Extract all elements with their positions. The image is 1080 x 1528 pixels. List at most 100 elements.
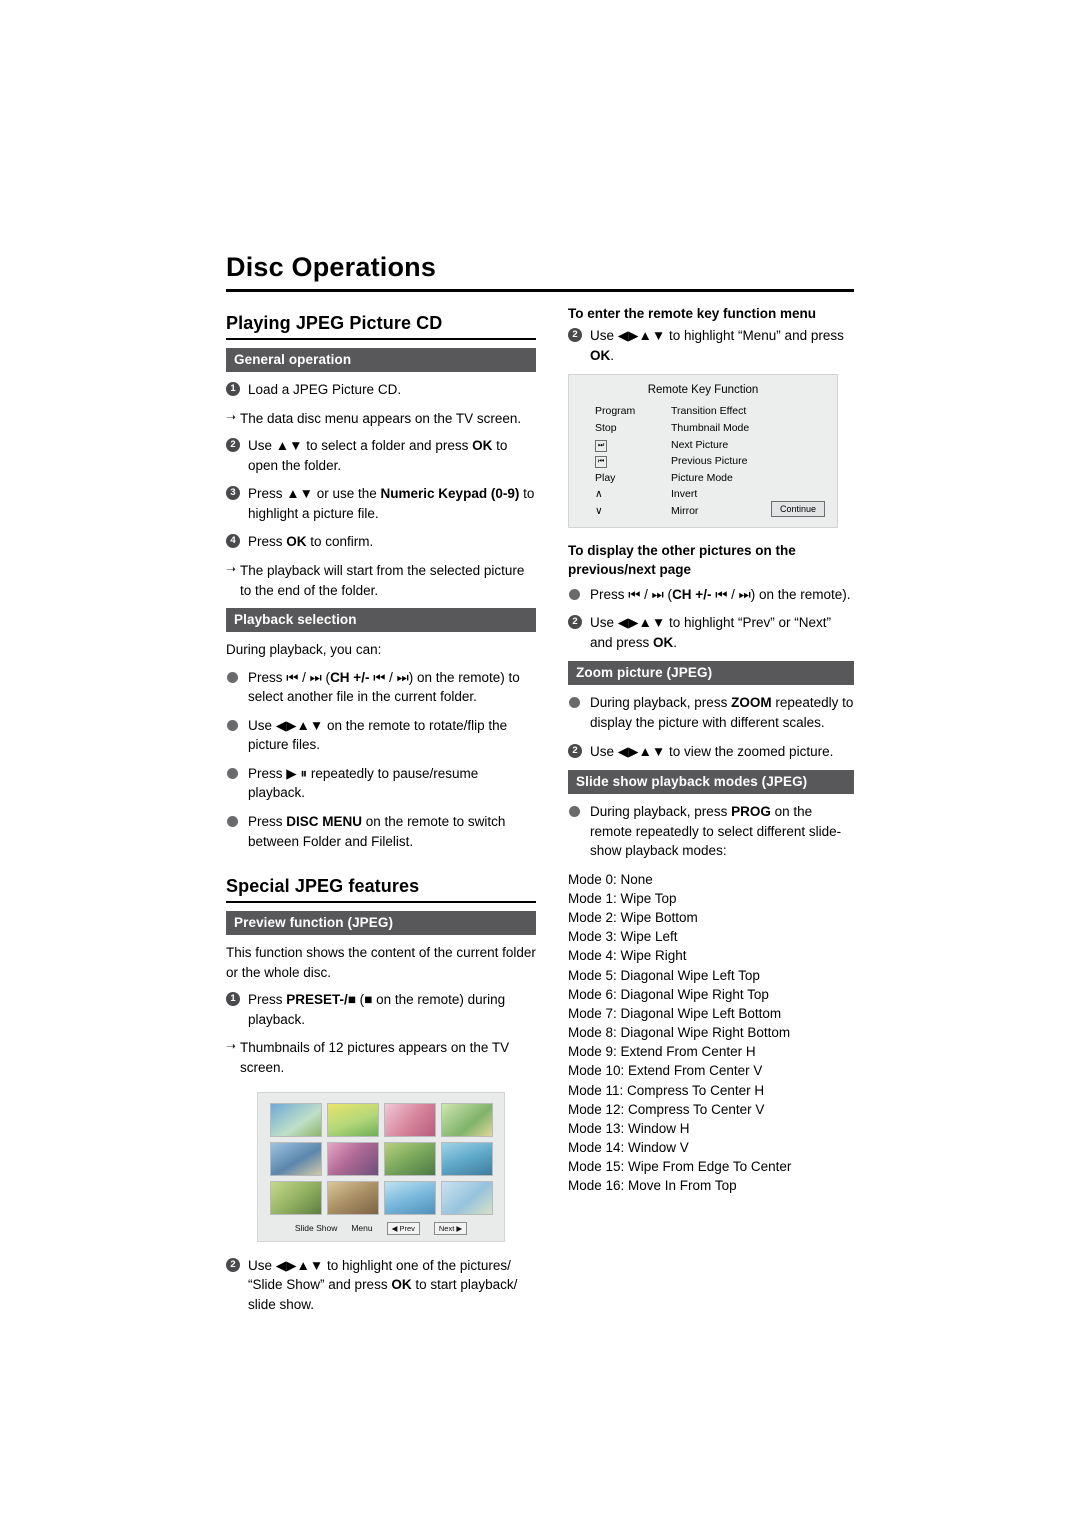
thumbnail[interactable] xyxy=(270,1102,322,1137)
remote-key-function-title: Remote Key Function xyxy=(647,384,759,397)
step-text: Load a JPEG Picture CD. xyxy=(248,382,402,397)
table-row: ⏮ Previous Picture xyxy=(595,453,815,470)
step-number: 2 xyxy=(226,1257,240,1272)
step-number: 2 xyxy=(568,743,582,758)
bullet-icon xyxy=(569,588,580,600)
note-line: ➝ The playback will start from the selec… xyxy=(226,561,536,600)
list-item: 4 Press OK to confirm. xyxy=(226,532,536,552)
key-glyph: ⏭ xyxy=(595,439,608,452)
next-track-icon: ⏭ xyxy=(595,437,671,454)
bullet-icon xyxy=(569,806,580,818)
list-item: Mode 10: Extend From Center V xyxy=(568,1063,763,1079)
title-divider xyxy=(226,289,854,292)
step-text: Use ◀▶▲▼ to view the zoomed picture. xyxy=(590,743,834,759)
key-function: Thumbnail Mode xyxy=(671,421,750,434)
step-text: Press ▲▼ or use the Numeric Keypad (0-9)… xyxy=(248,486,535,521)
section-divider xyxy=(226,338,536,340)
table-row: Play Picture Mode xyxy=(595,470,815,487)
key-function: Invert xyxy=(671,488,698,501)
key-glyph: ⏮ xyxy=(595,456,608,469)
list-item: Mode 1: Wipe Top xyxy=(568,891,677,906)
note-text: Thumbnails of 12 pictures appears on the… xyxy=(240,1040,510,1075)
slide-show-mode-list: Mode 0: None Mode 1: Wipe Top Mode 2: Wi… xyxy=(568,870,854,1196)
arrow-icon: ➝ xyxy=(226,1039,237,1054)
section-divider xyxy=(226,901,536,904)
slide-show-button[interactable]: Slide Show xyxy=(295,1223,338,1233)
bullet-icon xyxy=(227,671,238,683)
key-function: Next Picture xyxy=(671,438,729,451)
key-label: Program xyxy=(595,405,636,418)
section-special-jpeg-title: Special JPEG features xyxy=(226,876,420,897)
thumbnail[interactable] xyxy=(270,1180,322,1215)
table-row: Program Transition Effect xyxy=(595,403,815,420)
step-number: 2 xyxy=(568,328,582,343)
step-text: Use ◀▶▲▼ to highlight one of the picture… xyxy=(248,1257,518,1312)
list-item: 2 Use ▲▼ to select a folder and press OK… xyxy=(226,436,536,475)
manual-page: Disc Operations Playing JPEG Picture CD … xyxy=(0,0,1080,1528)
table-row: ⏭ Next Picture xyxy=(595,437,815,454)
list-item: Mode 7: Diagonal Wipe Left Bottom xyxy=(568,1005,782,1021)
list-item: 3 Press ▲▼ or use the Numeric Keypad (0-… xyxy=(226,484,536,523)
thumbnail[interactable] xyxy=(441,1102,493,1137)
subheading-general-operation: General operation xyxy=(226,348,536,372)
bullet-text: Press ⏮ / ⏭ (CH +/- ⏮ / ⏭) on the remote… xyxy=(248,669,520,705)
list-item: Mode 4: Wipe Right xyxy=(568,948,687,964)
step-text: Press PRESET-/■ (■ on the remote) during… xyxy=(248,992,506,1027)
list-item: 2 Use ◀▶▲▼ to highlight one of the pictu… xyxy=(226,1256,536,1315)
key-function: Transition Effect xyxy=(671,405,747,418)
thumbnail[interactable] xyxy=(327,1141,379,1176)
list-item: Mode 6: Diagonal Wipe Right Top xyxy=(568,986,769,1002)
list-item: Press ⏮ / ⏭ (CH +/- ⏮ / ⏭) on the remote… xyxy=(568,585,854,605)
note-text: The data disc menu appears on the TV scr… xyxy=(240,410,522,426)
page-title: Disc Operations xyxy=(226,252,437,282)
right-column: To enter the remote key function menu 2 … xyxy=(568,305,854,1196)
key-label: Stop xyxy=(595,421,617,434)
thumbnail-grid xyxy=(270,1102,493,1215)
list-item: 1 Load a JPEG Picture CD. xyxy=(226,380,536,400)
bullet-text: Press ▶ ⏸ repeatedly to pause/resume pla… xyxy=(248,765,479,801)
list-item: Mode 13: Window H xyxy=(568,1120,690,1136)
thumbnail[interactable] xyxy=(384,1102,436,1137)
menu-button[interactable]: Menu xyxy=(351,1223,372,1233)
thumbnail[interactable] xyxy=(384,1180,436,1215)
thumbnail[interactable] xyxy=(441,1180,493,1215)
thumbnail[interactable] xyxy=(327,1180,379,1215)
subheading-preview-function: Preview function (JPEG) xyxy=(226,911,536,936)
tv-preview-box: Slide Show Menu ◀ Prev Next ▶ xyxy=(257,1091,505,1242)
prev-track-icon: ⏮ xyxy=(595,453,671,470)
list-item: Mode 11: Compress To Center H xyxy=(568,1082,765,1098)
prev-button[interactable]: ◀ Prev xyxy=(386,1221,420,1235)
step-number: 2 xyxy=(226,438,240,453)
step-text: Use ◀▶▲▼ to highlight “Prev” or “Next” a… xyxy=(590,615,832,650)
continue-button[interactable]: Continue xyxy=(770,501,825,518)
bullet-text: Use ◀▶▲▼ on the remote to rotate/flip th… xyxy=(248,717,508,753)
list-item: Mode 5: Diagonal Wipe Left Top xyxy=(568,967,760,983)
bullet-text: During playback, press PROG on the remot… xyxy=(590,804,842,859)
subheading-slide-show-modes: Slide show playback modes (JPEG) xyxy=(568,770,854,795)
heading-other-pictures: To display the other pictures on the pre… xyxy=(568,543,796,577)
thumbnail[interactable] xyxy=(384,1141,436,1176)
tv-toolbar: Slide Show Menu ◀ Prev Next ▶ xyxy=(258,1221,504,1235)
key-function: Previous Picture xyxy=(671,455,748,468)
bullet-text: Press ⏮ / ⏭ (CH +/- ⏮ / ⏭) on the remote… xyxy=(590,586,851,602)
list-item: Mode 3: Wipe Left xyxy=(568,929,678,945)
playback-intro: During playback, you can: xyxy=(226,642,382,658)
up-arrow-icon: ∧ xyxy=(595,488,603,501)
list-item: Press ▶ ⏸ repeatedly to pause/resume pla… xyxy=(226,764,536,803)
bullet-text: During playback, press ZOOM repeatedly t… xyxy=(590,695,854,731)
list-item: 2 Use ◀▶▲▼ to highlight “Prev” or “Next”… xyxy=(568,613,854,652)
thumbnail[interactable] xyxy=(270,1141,322,1176)
list-item: Press DISC MENU on the remote to switch … xyxy=(226,812,536,851)
key-function: Picture Mode xyxy=(671,471,733,484)
thumbnail[interactable] xyxy=(327,1102,379,1137)
subheading-playback-selection: Playback selection xyxy=(226,608,536,633)
table-row: ∧ Invert xyxy=(595,486,815,503)
next-button[interactable]: Next ▶ xyxy=(433,1221,468,1235)
step-text: Press OK to confirm. xyxy=(248,534,374,550)
thumbnail[interactable] xyxy=(441,1141,493,1176)
section-playing-jpeg-title: Playing JPEG Picture CD xyxy=(226,313,443,333)
list-item: Mode 12: Compress To Center V xyxy=(568,1101,765,1117)
list-item: Mode 15: Wipe From Edge To Center xyxy=(568,1159,792,1175)
list-item: 1 Press PRESET-/■ (■ on the remote) duri… xyxy=(226,990,536,1029)
bullet-text: Press DISC MENU on the remote to switch … xyxy=(248,814,506,849)
